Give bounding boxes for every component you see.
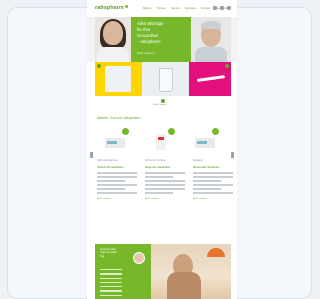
topic-tiles [87,62,237,96]
hero-text-panel: Alles Wichtige für Ihre Gesundheit – rat… [131,17,191,62]
section-title: Aktuell: Gut von ratiopharm [97,116,141,120]
product-category: Nahrungsergänzung [97,160,118,162]
product-name[interactable]: Ibuprofen ratiopharm [145,166,185,169]
product-badge-icon [212,128,219,135]
bottom-title: Gesund leben Tipps für jeden Tag [100,248,124,258]
nav-link-2[interactable]: Service [171,7,180,10]
hero-banner: Alles Wichtige für Ihre Gesundheit – rat… [87,17,237,62]
product-more-link[interactable]: Mehr erfahren [193,198,233,200]
hero-cta-link[interactable]: Mehr erfahren [137,51,155,55]
nav-link-3[interactable]: Apotheke [185,7,196,10]
product-carousel [87,128,237,158]
hero-photo-man [191,17,231,62]
nav-link-0[interactable]: Marken [143,7,152,10]
brand-logo-text: ratiopharm [95,5,124,11]
product-info-column: Erkältung Hustensaft ratiopharm Mehr erf… [193,160,233,200]
product-card-image[interactable] [101,128,131,156]
bottom-title-line-3: Tag [100,254,105,258]
pill-blister-image [105,66,131,92]
nav-icons [213,6,231,10]
product-badge-icon [168,128,175,135]
bottom-green-panel: Gesund leben Tipps für jeden Tag [95,244,151,299]
water-glass-image [159,68,173,92]
user-icon[interactable] [220,6,224,10]
search-icon[interactable] [213,6,217,10]
menu-icon[interactable] [227,6,231,10]
product-info-column: Nahrungsergänzung Vitamin D3 ratiopharm … [97,160,137,200]
author-avatar [133,252,145,264]
nav-link-4[interactable]: Karriere [201,7,210,10]
tile-thermometer[interactable] [189,62,231,96]
hero-headline-line-2: für Ihre [137,27,151,32]
product-badge-icon [122,128,129,135]
product-card-image[interactable] [147,128,177,156]
hero-headline-line-3: Gesundheit [137,33,159,38]
product-category: Schmerzen & Fieber [145,160,166,162]
product-category: Erkältung [193,160,203,162]
website-preview: ratiopharm Marken Themen Service Apothek… [87,0,237,299]
tile-pills[interactable] [95,62,142,96]
bottom-banner: Gesund leben Tipps für jeden Tag [87,244,237,299]
product-card-image[interactable] [191,128,221,156]
scroll-indicator-icon[interactable] [161,99,165,103]
tile-water[interactable] [142,62,189,96]
product-name[interactable]: Hustensaft ratiopharm [193,166,233,169]
product-name[interactable]: Vitamin D3 ratiopharm [97,166,137,169]
thermometer-image [196,75,226,82]
top-navigation: ratiopharm Marken Themen Service Apothek… [87,4,237,14]
tile-marker-icon [225,64,229,68]
hero-photo-woman [95,17,131,62]
hero-headline-line-4: – ratiopharm [137,39,161,44]
nav-link-1[interactable]: Themen [157,7,167,10]
product-info-column: Schmerzen & Fieber Ibuprofen ratiopharm … [145,160,185,200]
brand-logo[interactable]: ratiopharm [95,5,128,11]
product-more-link[interactable]: Mehr erfahren [145,198,185,200]
tile-marker-icon [97,64,101,68]
beach-photo [151,244,231,299]
more-topics-link[interactable]: Mehr Themen [153,104,167,106]
logo-dot-icon [124,5,128,8]
product-more-link[interactable]: Mehr erfahren [97,198,137,200]
hero-headline-line-1: Alles Wichtige [137,21,164,26]
bottom-link-list [100,266,126,299]
